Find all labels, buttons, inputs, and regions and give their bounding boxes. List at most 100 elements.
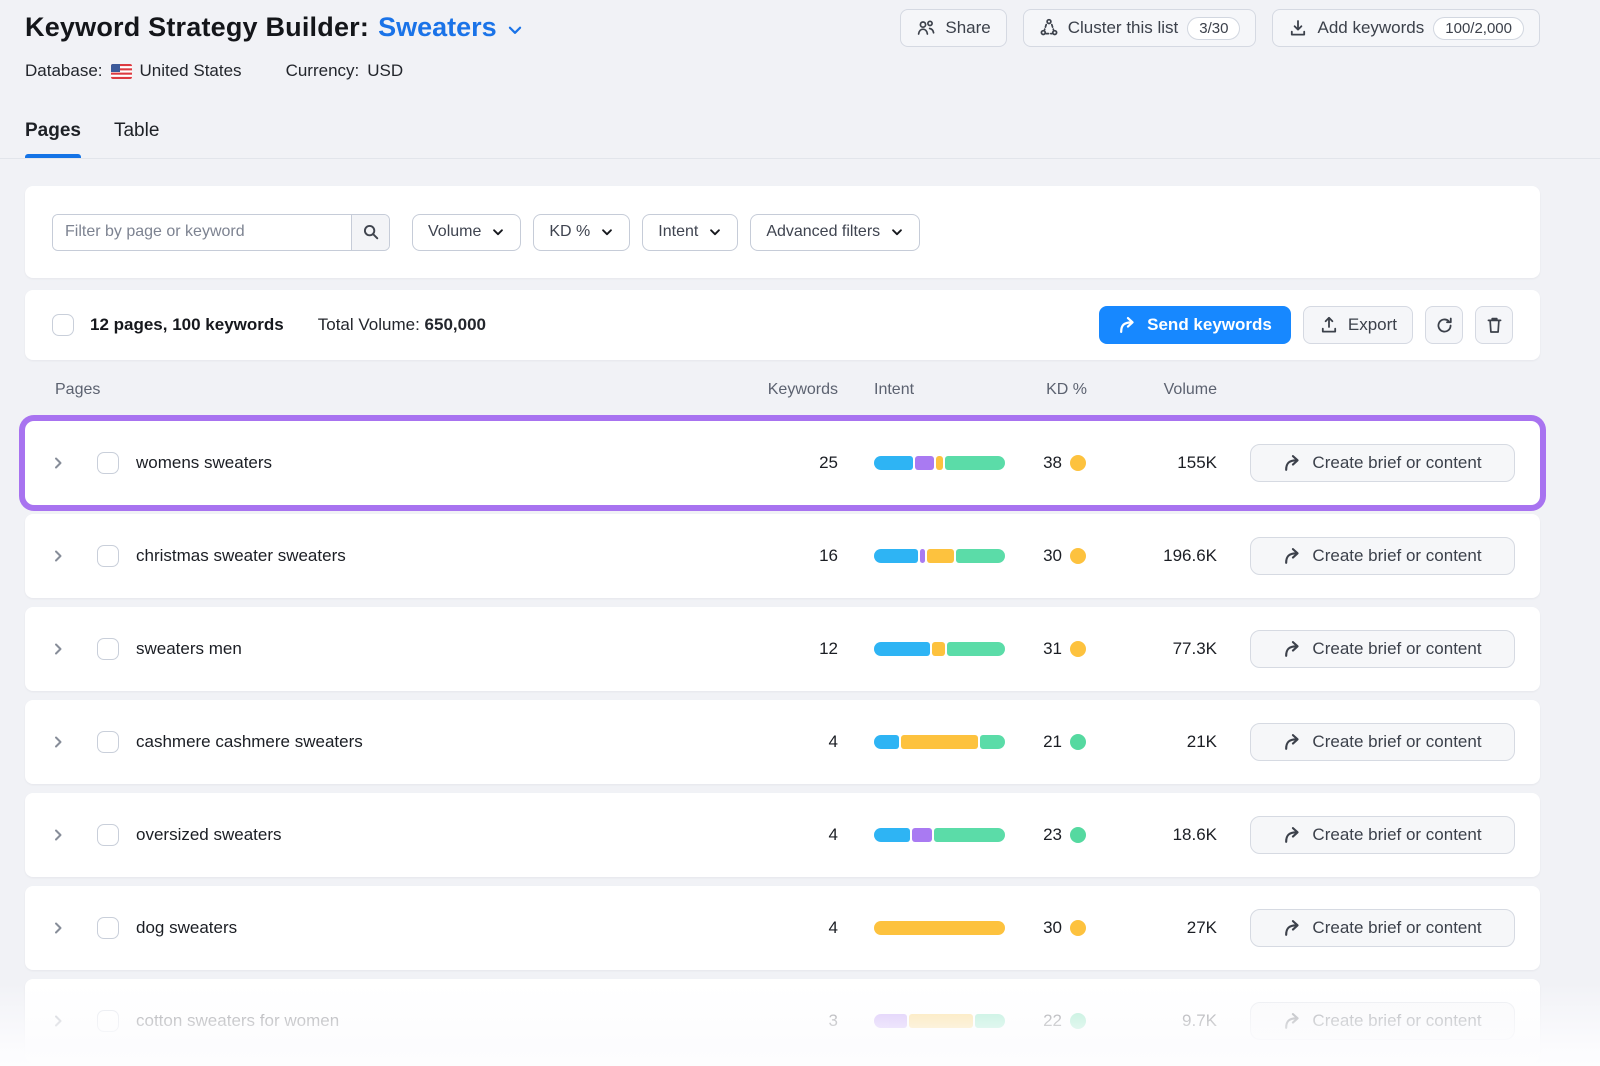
kd-dot [1070,455,1086,471]
advanced-filters-dropdown[interactable]: Advanced filters [750,214,920,251]
download-icon [1288,18,1308,38]
intent-segment [915,456,934,470]
keywords-count: 4 [713,918,838,938]
kd-dot [1070,1013,1086,1029]
send-arrow-icon [1283,454,1302,473]
kd-dot [1070,827,1086,843]
column-header-pages: Pages [55,381,100,399]
table-row: dog sweaters 4 30 27K Create brief or co… [25,886,1540,970]
advanced-filters-label: Advanced filters [766,223,880,241]
volume-value: 196.6K [1097,546,1217,566]
create-brief-button[interactable]: Create brief or content [1250,723,1515,761]
trash-icon [1485,316,1504,335]
volume-filter-label: Volume [428,223,481,241]
create-brief-button[interactable]: Create brief or content [1250,444,1515,482]
keyword-strategy-builder-page: Keyword Strategy Builder: Sweaters Datab… [0,0,1600,1066]
expand-row-chevron-icon[interactable] [50,641,70,657]
send-arrow-icon [1283,547,1302,566]
row-checkbox[interactable] [97,545,119,567]
expand-row-chevron-icon[interactable] [50,734,70,750]
add-keywords-label: Add keywords [1317,18,1424,38]
currency-value: USD [367,61,403,81]
kd-value: 21 [962,732,1062,752]
create-brief-label: Create brief or content [1312,918,1481,938]
total-volume-label: Total Volume: [318,315,420,334]
row-checkbox[interactable] [97,824,119,846]
page-header: Keyword Strategy Builder: Sweaters [25,12,524,43]
kd-dot [1070,641,1086,657]
search-input[interactable] [53,215,351,250]
create-brief-button[interactable]: Create brief or content [1250,909,1515,947]
keywords-count: 25 [713,453,838,473]
send-keywords-button[interactable]: Send keywords [1099,306,1291,344]
tabs-divider [0,158,1600,159]
intent-segment [920,549,925,563]
chevron-down-icon[interactable] [506,21,524,39]
us-flag-icon [111,64,132,79]
refresh-icon [1435,316,1454,335]
export-label: Export [1348,315,1397,335]
expand-row-chevron-icon[interactable] [50,1013,70,1029]
kd-value: 31 [962,639,1062,659]
kd-filter-label: KD % [549,223,590,241]
create-brief-button[interactable]: Create brief or content [1250,630,1515,668]
row-checkbox[interactable] [97,638,119,660]
expand-row-chevron-icon[interactable] [50,548,70,564]
send-arrow-icon [1283,640,1302,659]
page-name[interactable]: dog sweaters [136,918,237,938]
create-brief-label: Create brief or content [1312,453,1481,473]
kd-filter-dropdown[interactable]: KD % [533,214,630,251]
page-name[interactable]: oversized sweaters [136,825,282,845]
create-brief-button[interactable]: Create brief or content [1250,1002,1515,1040]
database-label: Database: [25,61,103,81]
intent-segment [874,549,918,563]
list-name-dropdown[interactable]: Sweaters [378,12,497,43]
cluster-list-button[interactable]: Cluster this list 3/30 [1023,9,1257,47]
send-arrow-icon [1118,316,1137,335]
select-all-checkbox[interactable] [52,314,74,336]
row-checkbox[interactable] [97,452,119,474]
add-keywords-button[interactable]: Add keywords 100/2,000 [1272,9,1540,47]
page-name[interactable]: cotton sweaters for women [136,1011,339,1031]
intent-segment [874,456,913,470]
table-row: cashmere cashmere sweaters 4 21 21K Crea… [25,700,1540,784]
send-keywords-label: Send keywords [1147,315,1272,335]
delete-button[interactable] [1475,306,1513,344]
expand-row-chevron-icon[interactable] [50,455,70,471]
page-name[interactable]: sweaters men [136,639,242,659]
page-name[interactable]: cashmere cashmere sweaters [136,732,363,752]
search-button[interactable] [351,215,389,250]
intent-segment [927,549,955,563]
table-row: oversized sweaters 4 23 18.6K Create bri… [25,793,1540,877]
refresh-button[interactable] [1425,306,1463,344]
volume-filter-dropdown[interactable]: Volume [412,214,521,251]
row-checkbox[interactable] [97,731,119,753]
keywords-count: 4 [713,825,838,845]
column-header-kd: KD % [987,381,1087,399]
tab-table[interactable]: Table [114,120,159,158]
expand-row-chevron-icon[interactable] [50,920,70,936]
page-name[interactable]: womens sweaters [136,453,272,473]
total-volume-value: 650,000 [425,315,486,334]
intent-filter-label: Intent [658,223,698,241]
create-brief-label: Create brief or content [1312,639,1481,659]
tab-pages[interactable]: Pages [25,120,81,158]
page-name[interactable]: christmas sweater sweaters [136,546,346,566]
row-checkbox[interactable] [97,917,119,939]
export-button[interactable]: Export [1303,306,1413,344]
kd-value: 30 [962,918,1062,938]
share-button[interactable]: Share [900,9,1006,47]
volume-value: 77.3K [1097,639,1217,659]
create-brief-button[interactable]: Create brief or content [1250,816,1515,854]
filter-panel: Volume KD % Intent Advanced filters [25,186,1540,278]
row-checkbox[interactable] [97,1010,119,1032]
kd-dot [1070,548,1086,564]
intent-filter-dropdown[interactable]: Intent [642,214,738,251]
volume-value: 9.7K [1097,1011,1217,1031]
intent-segment [912,828,932,842]
database-currency-meta: Database: United States Currency: USD [25,61,403,81]
chevron-down-icon [890,225,904,239]
intent-segment [874,735,899,749]
expand-row-chevron-icon[interactable] [50,827,70,843]
create-brief-button[interactable]: Create brief or content [1250,537,1515,575]
